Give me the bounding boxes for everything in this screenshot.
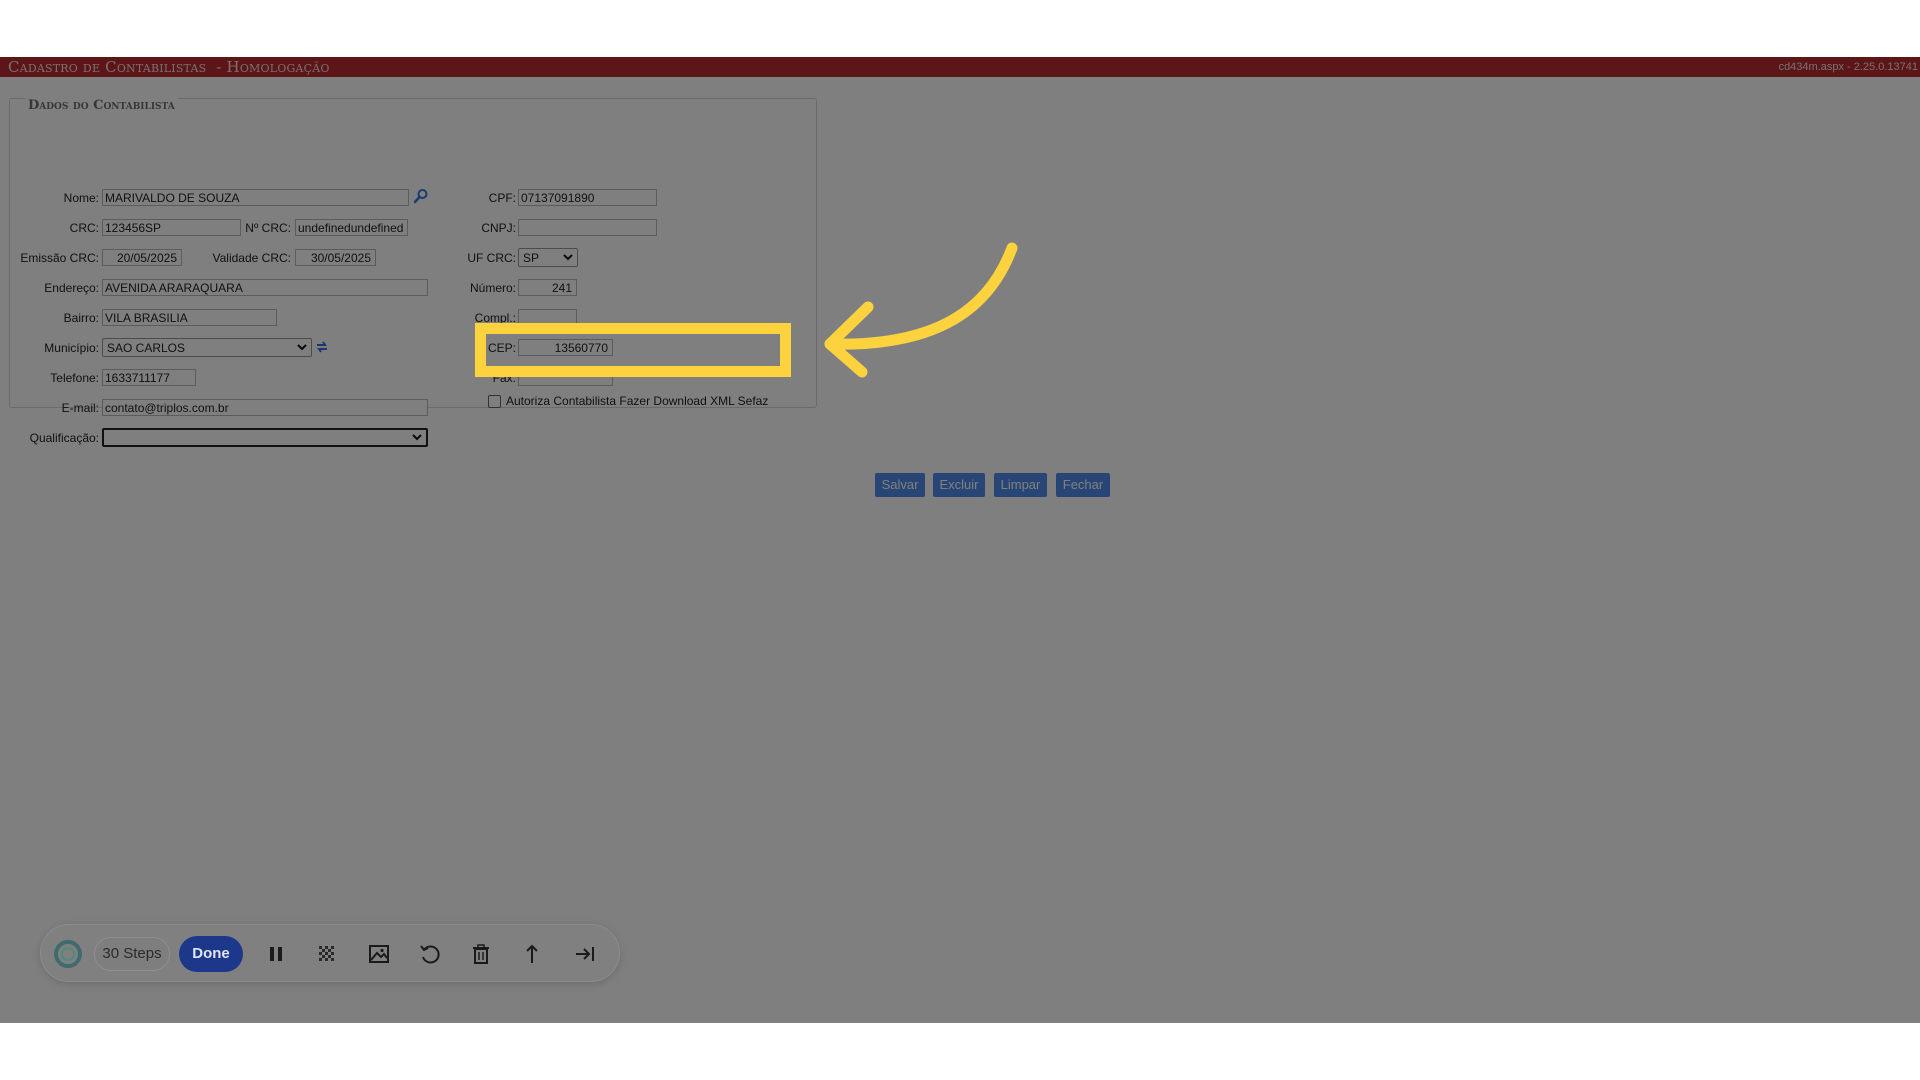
skip-icon[interactable]	[573, 942, 597, 966]
fax-label: Fax:	[492, 371, 516, 385]
compl-field[interactable]	[518, 309, 577, 326]
blur-icon[interactable]	[315, 942, 339, 966]
municipio-label: Município:	[44, 341, 99, 355]
numero-label: Número:	[469, 281, 516, 295]
municipio-value: SAO CARLOS	[107, 341, 186, 355]
autoriza-download-xml-checkbox[interactable]	[488, 395, 501, 408]
autoriza-download-xml-row[interactable]: Autoriza Contabilista Fazer Download XML…	[488, 389, 778, 415]
validade-crc-field[interactable]: 30/05/2025	[295, 249, 376, 266]
compl-label: Compl.:	[474, 311, 516, 325]
fechar-button[interactable]: Fechar	[1056, 473, 1110, 497]
recorder-toolbar: 30 Steps Done	[40, 924, 620, 982]
validade-crc-label: Validade CRC:	[212, 251, 291, 265]
search-icon[interactable]	[413, 188, 429, 204]
title-bar: Cadastro de Contabilistas - Homologação …	[0, 57, 1920, 77]
cnpj-label: CNPJ:	[481, 221, 516, 235]
salvar-button[interactable]: Salvar	[875, 473, 925, 497]
chevron-down-icon	[412, 434, 422, 441]
arrow-annotation-icon	[824, 242, 1018, 378]
crc-label: CRC:	[69, 221, 99, 235]
emissao-crc-label: Emissão CRC:	[20, 251, 99, 265]
cep-label: CEP:	[487, 341, 516, 355]
email-field[interactable]: contato@triplos.com.br	[102, 399, 428, 416]
app-screen: Cadastro de Contabilistas - Homologação …	[0, 57, 1920, 1023]
emissao-crc-field[interactable]: 20/05/2025	[102, 249, 182, 266]
recorder-logo-icon	[53, 939, 83, 969]
numero-field[interactable]: 241	[518, 279, 577, 296]
fax-field[interactable]	[518, 369, 613, 386]
cep-field[interactable]: 13560770	[518, 339, 613, 356]
fieldset-legend: Dados do Contabilista	[25, 98, 178, 113]
window-title: Cadastro de Contabilistas - Homologação	[8, 58, 330, 76]
cpf-label: CPF:	[488, 191, 516, 205]
limpar-button[interactable]: Limpar	[994, 473, 1047, 497]
num-crc-label: Nº CRC:	[245, 221, 291, 235]
done-button[interactable]: Done	[179, 936, 243, 972]
num-crc-field[interactable]: undefinedundefined	[295, 219, 408, 236]
municipio-select[interactable]: SAO CARLOS	[102, 338, 312, 357]
image-icon[interactable]	[367, 942, 391, 966]
email-label: E-mail:	[61, 401, 99, 415]
pause-icon[interactable]	[264, 942, 288, 966]
cpf-field[interactable]: 07137091890	[518, 189, 657, 206]
endereco-label: Endereço:	[44, 281, 99, 295]
undo-icon[interactable]	[418, 942, 442, 966]
version-label: cd434m.aspx - 2.25.0.13741	[1778, 61, 1918, 73]
uf-crc-label: UF CRC:	[467, 251, 516, 265]
bairro-field[interactable]: VILA BRASILIA	[102, 309, 277, 326]
endereco-field[interactable]: AVENIDA ARARAQUARA	[102, 279, 428, 296]
chevron-down-icon	[563, 254, 573, 261]
bairro-label: Bairro:	[63, 311, 99, 325]
excluir-button[interactable]: Excluir	[933, 473, 985, 497]
telefone-label: Telefone:	[50, 371, 99, 385]
refresh-icon[interactable]	[315, 339, 329, 355]
export-icon[interactable]	[520, 942, 544, 966]
crc-field[interactable]: 123456SP	[102, 219, 241, 236]
nome-field[interactable]: MARIVALDO DE SOUZA	[102, 189, 409, 206]
telefone-field[interactable]: 1633711177	[102, 369, 196, 386]
uf-crc-value: SP	[523, 251, 540, 265]
chevron-down-icon	[297, 344, 307, 351]
qualificacao-label: Qualificação:	[29, 431, 99, 445]
qualificacao-select[interactable]	[102, 428, 428, 447]
delete-icon[interactable]	[469, 942, 493, 966]
nome-label: Nome:	[63, 191, 99, 205]
autoriza-download-xml-label: Autoriza Contabilista Fazer Download XML…	[506, 394, 769, 408]
uf-crc-select[interactable]: SP	[518, 248, 578, 267]
cnpj-field[interactable]	[518, 219, 657, 236]
steps-counter[interactable]: 30 Steps	[94, 937, 170, 971]
